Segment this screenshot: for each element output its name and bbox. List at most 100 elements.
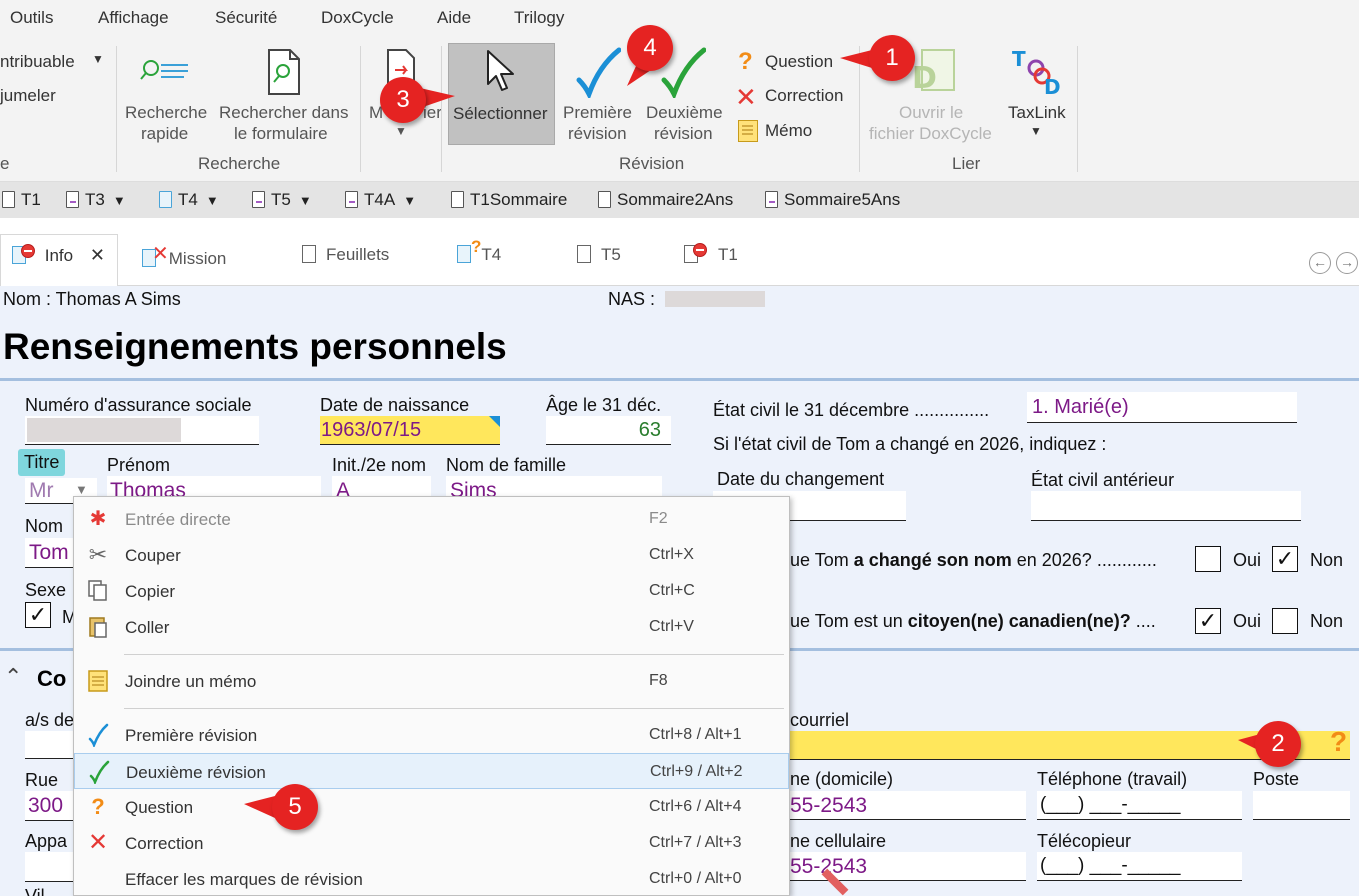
nas-field-label: Numéro d'assurance sociale — [25, 395, 252, 415]
form-shortcut-t4a[interactable]: T4A ▼ — [345, 190, 416, 210]
fax-field[interactable]: (___) ___-_____ — [1037, 852, 1242, 881]
form-shortcut-t1[interactable]: T1 — [2, 190, 41, 210]
tab-doc-icon — [684, 243, 707, 263]
correction-x-icon: ✕ — [87, 829, 109, 856]
ribbon-separator — [116, 46, 117, 172]
menu-item-copier[interactable]: Copier Ctrl+C — [74, 573, 789, 609]
titre-label: Titre — [18, 449, 66, 476]
tab-mission[interactable]: ✕Mission — [142, 243, 226, 270]
menu-item-premiere-revision[interactable]: Première révision Ctrl+8 / Alt+1 — [74, 717, 789, 753]
nav-back-icon[interactable]: ← — [1309, 252, 1331, 274]
dropdown-triangle-icon[interactable]: ▼ — [403, 193, 416, 208]
appa-field[interactable] — [25, 852, 75, 882]
dropdown-triangle-icon[interactable]: ▼ — [113, 193, 126, 208]
menu-item-label: Question — [125, 798, 194, 817]
menu-item-couper[interactable]: ✂ Couper Ctrl+X — [74, 537, 789, 573]
menu-securite[interactable]: Sécurité — [215, 8, 277, 28]
etat-civil-field[interactable]: 1. Marié(e) — [1027, 392, 1297, 423]
etat-anterieur-field[interactable] — [1031, 491, 1301, 521]
question-text: ue Tom est un — [790, 611, 908, 631]
nas-field[interactable] — [25, 416, 259, 445]
rechercher-formulaire-label-2: le formulaire — [234, 124, 328, 143]
menu-item-deuxieme-revision[interactable]: Deuxième révision Ctrl+9 / Alt+2 — [74, 753, 789, 789]
doxcycle-file-icon: D — [908, 48, 958, 98]
citoyen-oui-checkbox[interactable]: ✓ — [1195, 608, 1221, 634]
rue-label: Rue — [25, 770, 59, 790]
age-field[interactable]: 63 — [546, 416, 671, 445]
menu-item-correction[interactable]: ✕ Correction Ctrl+7 / Alt+3 — [74, 825, 789, 861]
menu-item-coller[interactable]: Coller Ctrl+V — [74, 609, 789, 645]
callout-5: 5 — [272, 784, 318, 830]
nom-field[interactable]: Tom — [25, 538, 75, 568]
tel-dom-field[interactable]: 55-2543 — [790, 791, 1026, 820]
tab-feuillets[interactable]: Feuillets — [302, 245, 389, 265]
oui-label: Oui — [1233, 611, 1262, 631]
first-review-check-icon — [575, 46, 622, 101]
as-field[interactable] — [25, 731, 75, 759]
menu-affichage[interactable]: Affichage — [98, 8, 169, 28]
taxlink-chevron-icon[interactable]: ▼ — [1030, 124, 1042, 138]
dropdown-triangle-icon[interactable]: ▼ — [299, 193, 312, 208]
selectionner-button[interactable]: Sélectionner — [448, 43, 555, 145]
taxlink-button[interactable]: TaxLink — [1008, 103, 1066, 123]
form-shortcut-t1sommaire[interactable]: T1Sommaire — [451, 190, 567, 210]
menu-doxcycle[interactable]: DoxCycle — [321, 8, 394, 28]
ouvrir-label-2: fichier DoxCycle — [869, 124, 992, 143]
cursor-arrow-icon — [482, 48, 522, 96]
nom-change-non-checkbox[interactable]: ✓ — [1272, 546, 1298, 572]
form-shortcut-sommaire2ans[interactable]: Sommaire2Ans — [598, 190, 733, 210]
question-bold: a changé son nom — [853, 550, 1012, 570]
tab-t4[interactable]: ?T4 — [457, 237, 502, 265]
nav-forward-icon[interactable]: → — [1336, 252, 1358, 274]
form-doc-icon — [598, 191, 611, 208]
menu-separator — [124, 654, 784, 655]
menu-item-entree-directe[interactable]: ✱ Entrée directe F2 — [74, 501, 789, 537]
form-doc-arrow-icon — [252, 191, 265, 208]
menu-outils[interactable]: Outils — [10, 8, 53, 28]
menu-trilogy[interactable]: Trilogy — [514, 8, 564, 28]
jumeler-button[interactable]: jumeler — [0, 86, 56, 106]
question-text: ue Tom — [790, 550, 854, 570]
menu-item-shortcut: Ctrl+C — [649, 582, 695, 599]
titre-dropdown-icon[interactable]: ▼ — [75, 482, 88, 497]
dob-field[interactable]: 1963/07/15 — [320, 416, 500, 445]
rue-field[interactable]: 300 — [25, 791, 75, 821]
contribuable-dropdown[interactable]: ntribuable — [0, 52, 75, 72]
form-shortcut-t4[interactable]: T4 ▼ — [159, 190, 219, 210]
memo-note-icon — [86, 669, 110, 693]
menu-item-question[interactable]: ? Question Ctrl+6 / Alt+4 — [74, 789, 789, 825]
sexe-m-checkbox[interactable]: ✓ — [25, 602, 51, 628]
dropdown-triangle-icon[interactable]: ▼ — [206, 193, 219, 208]
form-shortcut-sommaire5ans[interactable]: Sommaire5Ans — [765, 190, 900, 210]
nom-label: Nom — [25, 516, 64, 536]
menu-item-joindre-memo[interactable]: Joindre un mémo F8 — [74, 663, 789, 699]
group-label-lier: Lier — [952, 154, 981, 173]
tab-t5[interactable]: T5 — [577, 245, 621, 265]
quick-search-icon — [140, 56, 190, 92]
tab-t1[interactable]: T1 — [684, 243, 738, 265]
form-shortcut-t5[interactable]: T5 ▼ — [252, 190, 312, 210]
question-mark-icon: ? — [91, 794, 105, 819]
menu-item-label: Deuxième révision — [126, 763, 266, 782]
menu-aide[interactable]: Aide — [437, 8, 471, 28]
modifier-chevron-icon[interactable]: ▼ — [395, 124, 407, 138]
form-shortcut-t3[interactable]: T3 ▼ — [66, 190, 126, 210]
svg-text:D: D — [1044, 75, 1061, 96]
menu-item-shortcut: F8 — [649, 672, 668, 689]
poste-field[interactable] — [1253, 791, 1350, 820]
close-icon[interactable]: ✕ — [90, 245, 105, 265]
tel-trav-field[interactable]: (___) ___-_____ — [1037, 791, 1242, 820]
menu-item-effacer-marques[interactable]: Effacer les marques de révision Ctrl+0 /… — [74, 861, 789, 896]
poste-label: Poste — [1253, 769, 1300, 789]
appa-label: Appa — [25, 831, 68, 851]
nom-value: Tom — [29, 541, 69, 564]
citoyen-non-checkbox[interactable] — [1272, 608, 1298, 634]
tab-info[interactable]: Info ✕ — [12, 244, 105, 266]
ville-label: Vil — [25, 886, 45, 896]
tab-label: T4 — [481, 245, 502, 264]
menu-item-label: Coller — [125, 618, 170, 637]
form-label: Sommaire2Ans — [617, 190, 734, 209]
contribuable-chevron-icon[interactable]: ▼ — [92, 52, 104, 66]
collapse-chevron-icon[interactable]: ⌃ — [4, 664, 22, 690]
nom-change-oui-checkbox[interactable] — [1195, 546, 1221, 572]
